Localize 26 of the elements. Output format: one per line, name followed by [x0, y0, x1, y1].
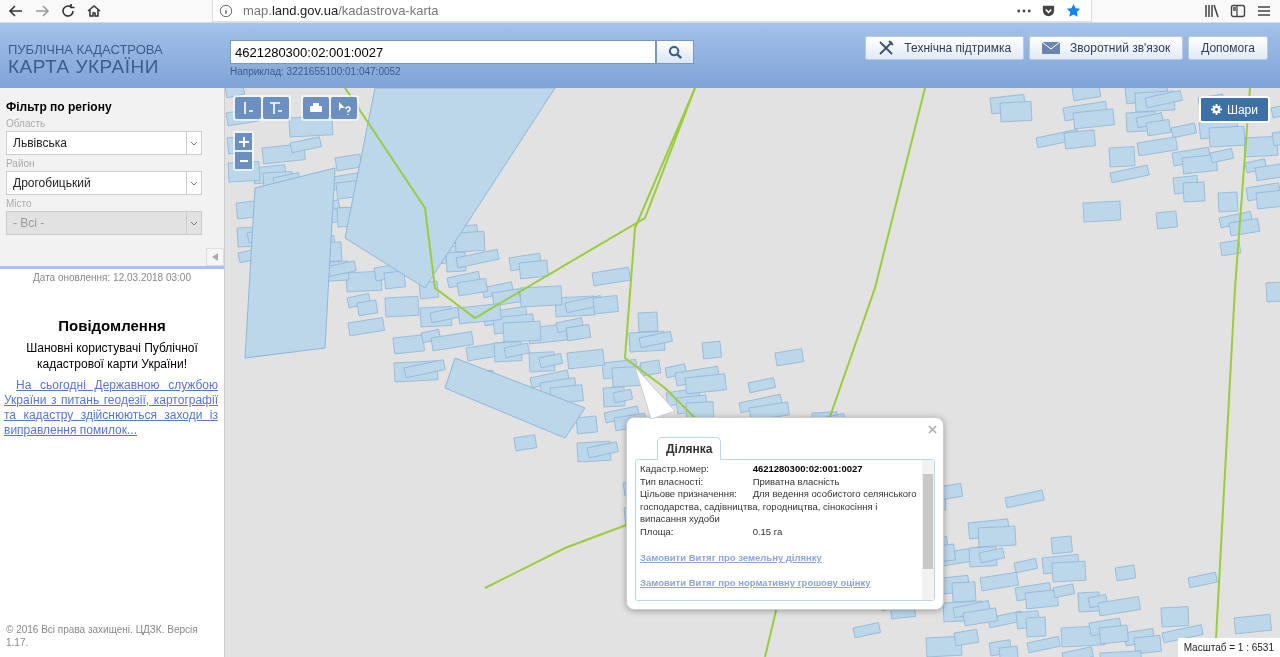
layers-button[interactable]: Шари [1198, 96, 1270, 123]
logo-subtitle: ПУБЛІЧНА КАДАСТРОВА [8, 42, 164, 57]
property-row-text: Тип власності: Приватна власність [640, 475, 841, 488]
field-label: Область [6, 118, 47, 129]
field-label: Місто [6, 198, 33, 209]
property-row-text: Площа: 0.15 га [640, 525, 784, 538]
notice-greeting: Шановні користувачі Публічної кадастрової карти України! [25, 340, 199, 372]
notice-title: Повідомлення [57, 317, 167, 334]
region-dropdown[interactable]: Дрогобицький [6, 171, 202, 195]
map-scale: Масштаб = 1 : 6531 [1177, 638, 1280, 657]
header-button[interactable]: Зворотний зв'язок [1029, 36, 1184, 60]
filter-title: Фільтр по регіону [6, 100, 113, 114]
popup-tab[interactable]: Ділянка [657, 437, 722, 460]
update-date: Дата оновлення: 12.03.2018 03:00 [32, 272, 192, 283]
copyright-text: © 2016 Всі права захищені. ЦДЗК. Версія 1.17. [5, 623, 199, 650]
region-dropdown[interactable]: Львівська [6, 131, 202, 155]
notice-link[interactable]: На сьогодні Державною службою України з питань геодезії, картографії та кадастру здійснюються заходи із виправлення помилок... [4, 378, 218, 438]
property-row-text: Кадастр.номер: 4621280300:02:001:0027 [640, 463, 864, 476]
search-field[interactable]: 4621280300:02:001:0027 [230, 40, 656, 64]
address-bar[interactable]: map.land.gov.ua/kadastrova-karta [212, 0, 1092, 22]
property-row: Цільове призначення: Для ведення особистого селянського господарства, садівництва, городництва, сінокосіння і випасання худоби [640, 488, 918, 526]
header-button[interactable]: Допомога [1188, 36, 1268, 60]
header-button[interactable]: Технічна підтримка [865, 36, 1025, 60]
logo-title: КАРТА УКРАЇНИ [8, 57, 159, 77]
field-label: Район [6, 158, 36, 169]
search-hint: Наприклад: 3221655100:01:047:0052 [230, 66, 402, 77]
